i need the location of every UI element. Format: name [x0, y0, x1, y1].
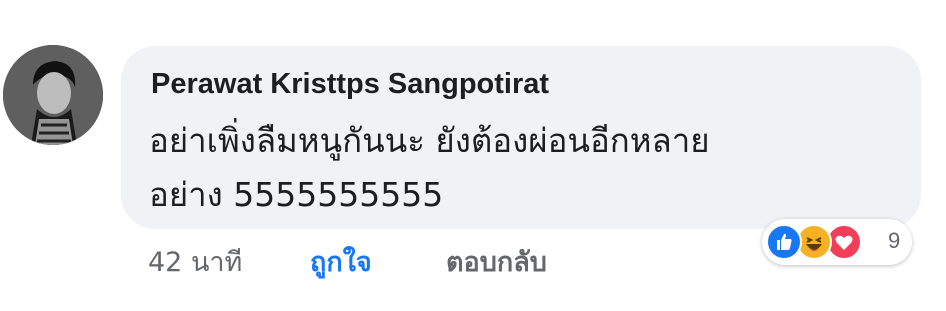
comment-author[interactable]: Perawat Kristtps Sangpotirat — [151, 68, 549, 101]
reply-button[interactable]: ตอบกลับ — [446, 240, 547, 283]
comment-text-line-1: อย่าเพิ่งลืมหนูกันนะ ยังต้องผ่อนอีกหลาย — [149, 121, 710, 160]
reaction-count: 9 — [888, 228, 901, 253]
reactions-summary[interactable]: 9 — [762, 219, 912, 265]
profile-photo — [3, 45, 103, 145]
comment-timestamp[interactable]: 42 นาที — [148, 240, 242, 283]
avatar[interactable] — [3, 45, 103, 145]
like-icon — [766, 224, 802, 260]
like-button[interactable]: ถูกใจ — [310, 240, 372, 283]
comment-bubble: Perawat Kristtps Sangpotirat อย่าเพิ่งลื… — [121, 46, 921, 229]
comment-text-line-2: อย่าง 5555555555 — [149, 175, 444, 214]
